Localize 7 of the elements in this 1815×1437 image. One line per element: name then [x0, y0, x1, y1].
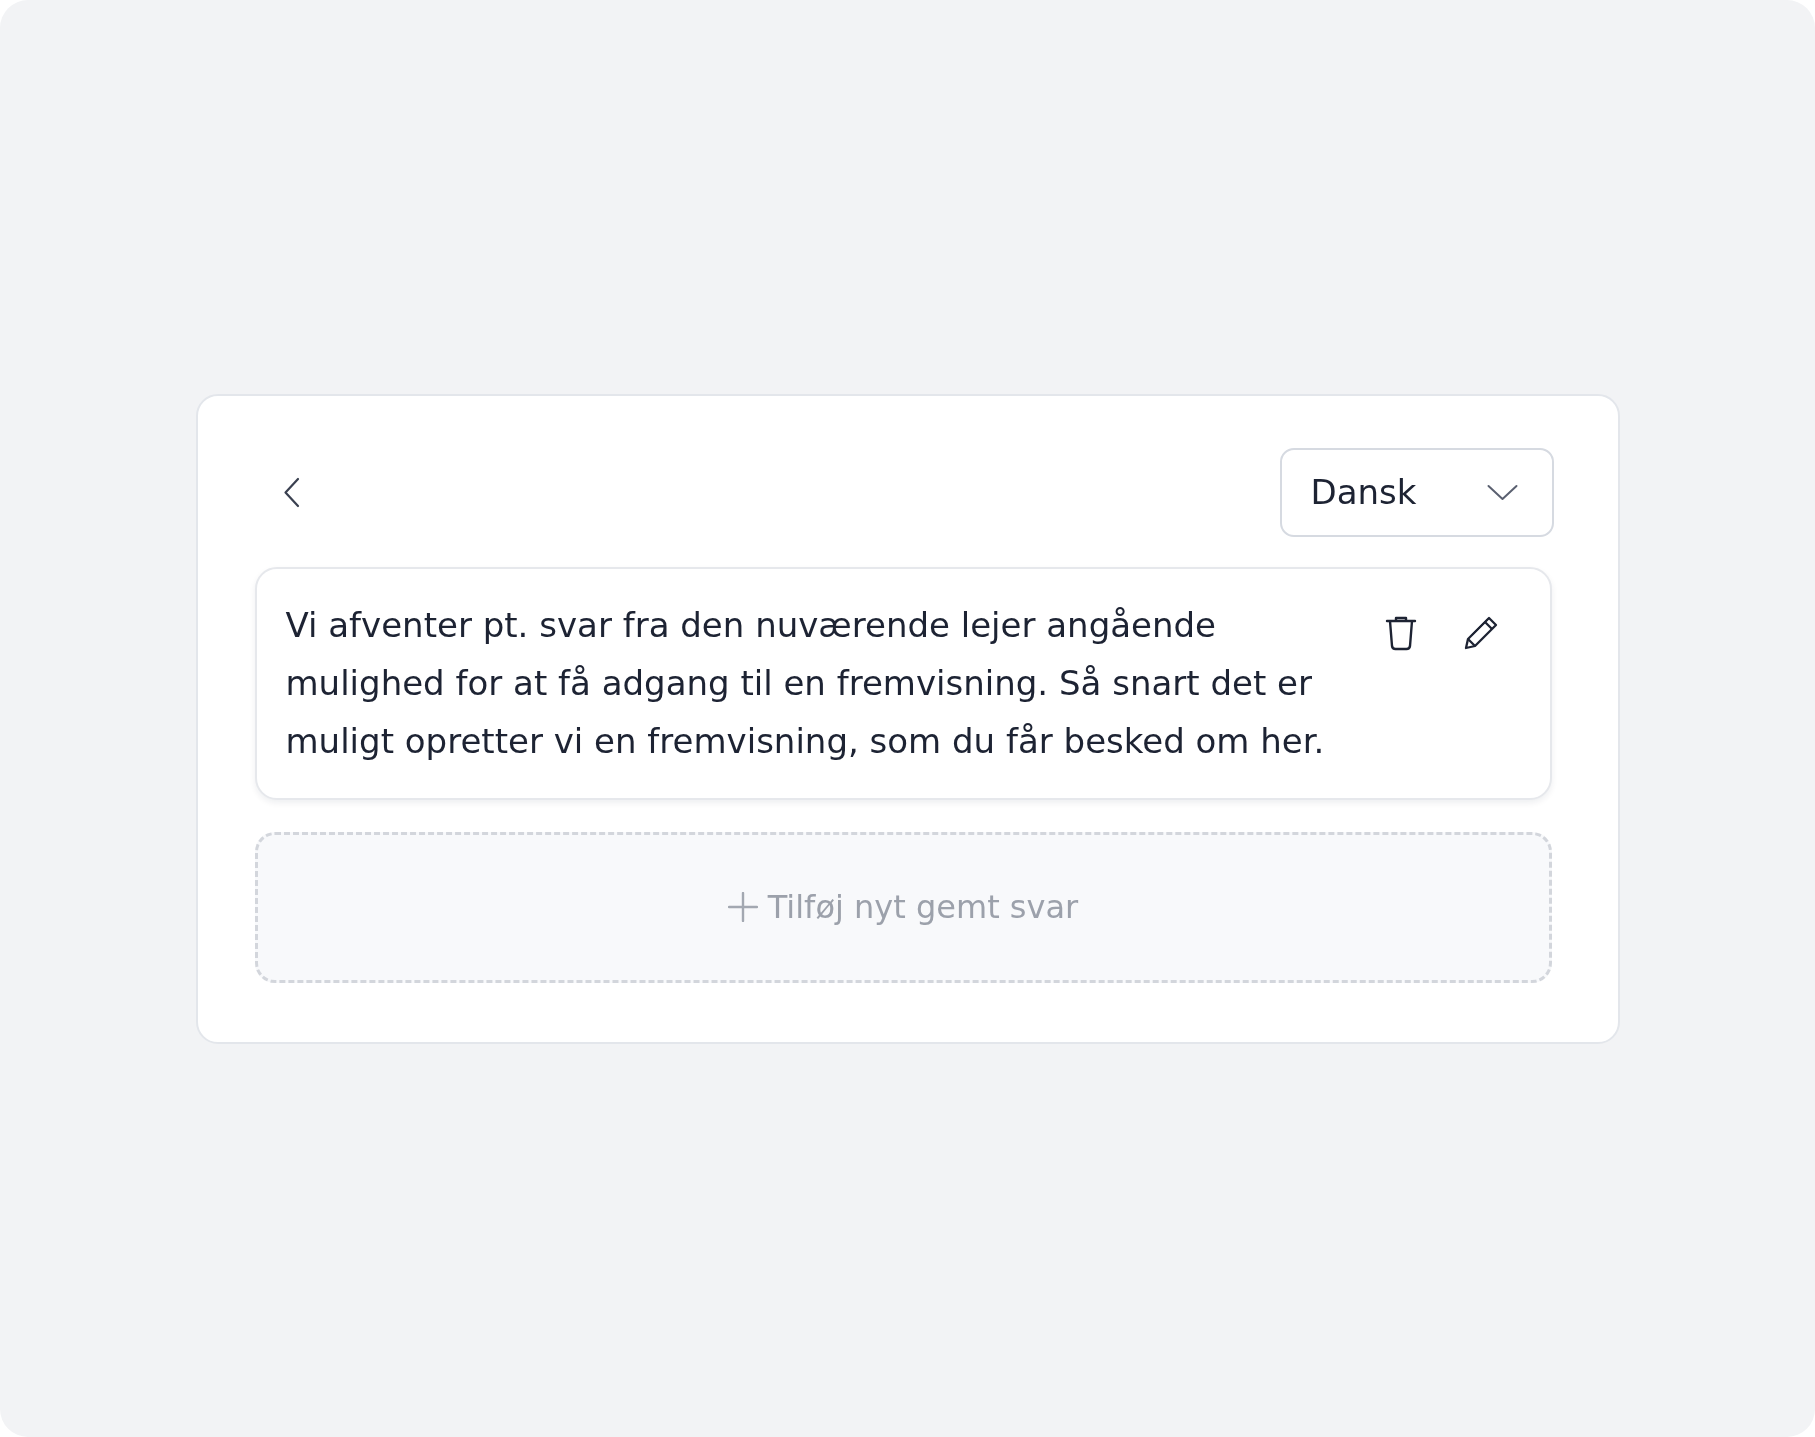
trash-icon: [1384, 614, 1417, 651]
chevron-down-icon: [1486, 483, 1518, 501]
plus-icon: [727, 892, 758, 922]
pencil-icon: [1462, 614, 1499, 651]
back-icon: [282, 476, 300, 508]
saved-reply-text: Vi afventer pt. svar fra den nuværende lejer angående mulighed for at få adgang til en fremvisning. Så snart det er muligt opretter vi en fremvisning, som du får besked om her.: [285, 603, 1326, 763]
language-select[interactable]: Dansk: [1279, 447, 1554, 537]
